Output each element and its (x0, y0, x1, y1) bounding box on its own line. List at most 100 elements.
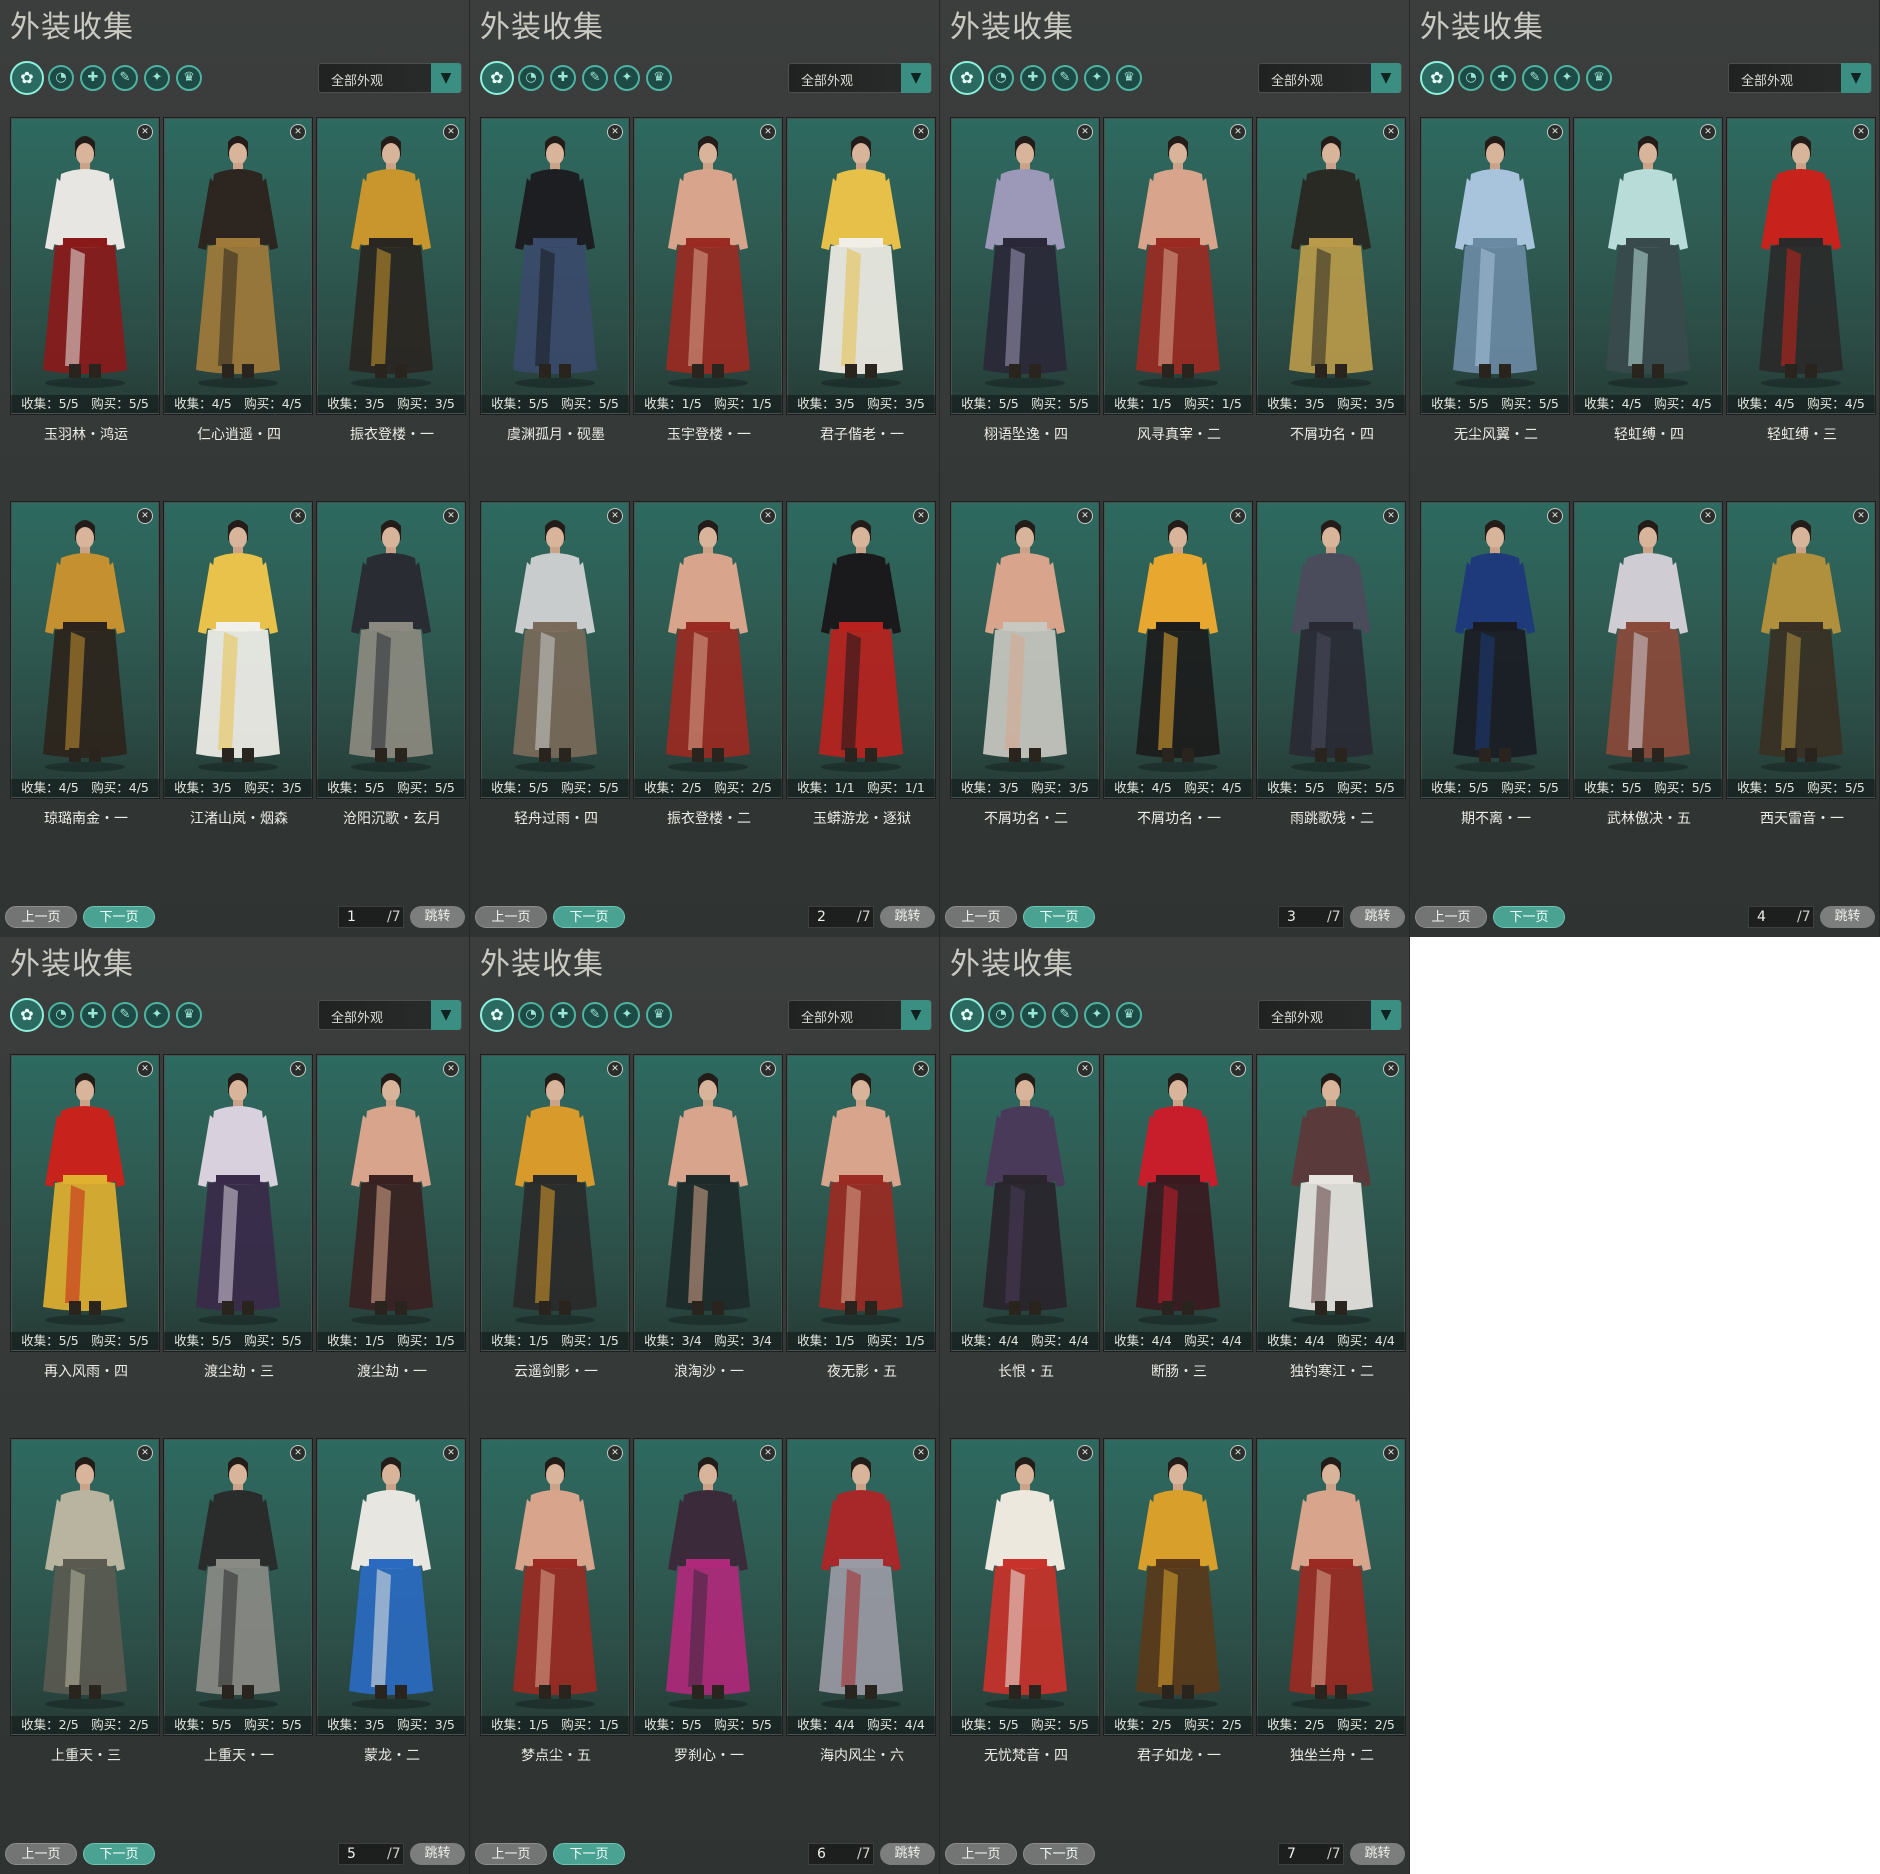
trash-icon[interactable]: ✕ (607, 1445, 623, 1461)
all-outfits-icon[interactable]: ✿ (1420, 61, 1454, 95)
outfit-filter-dropdown[interactable]: 全部外观 ▼ (788, 63, 932, 93)
hair-icon[interactable]: ◔ (518, 1002, 544, 1028)
outfit-filter-dropdown[interactable]: 全部外观 ▼ (788, 1000, 932, 1030)
mask-icon[interactable]: ✦ (614, 65, 640, 91)
top-icon[interactable]: ✚ (80, 1002, 106, 1028)
trash-icon[interactable]: ✕ (1853, 124, 1869, 140)
all-outfits-icon[interactable]: ✿ (10, 61, 44, 95)
outfit-card[interactable]: ✕ 收集：1/1 购买：1/1 玉蟒游龙・逐狱 (786, 501, 936, 827)
chevron-down-icon[interactable]: ▼ (901, 63, 931, 93)
all-outfits-icon[interactable]: ✿ (480, 61, 514, 95)
trash-icon[interactable]: ✕ (1383, 508, 1399, 524)
hat-icon[interactable]: ♛ (1116, 65, 1142, 91)
next-page-button[interactable]: 下一页 (1493, 906, 1565, 928)
prev-page-button[interactable]: 上一页 (475, 906, 547, 928)
trash-icon[interactable]: ✕ (137, 1445, 153, 1461)
outfit-card[interactable]: ✕ 收集：3/5 购买：3/5 不屑功名・四 (1256, 117, 1406, 443)
outfit-card[interactable]: ✕ 收集：4/4 购买：4/4 断肠・三 (1103, 1054, 1253, 1380)
hair-icon[interactable]: ◔ (48, 65, 74, 91)
trash-icon[interactable]: ✕ (760, 1061, 776, 1077)
next-page-button[interactable]: 下一页 (83, 906, 155, 928)
trash-icon[interactable]: ✕ (443, 124, 459, 140)
outfit-filter-dropdown[interactable]: 全部外观 ▼ (318, 63, 462, 93)
hair-icon[interactable]: ◔ (1458, 65, 1484, 91)
hair-icon[interactable]: ◔ (988, 65, 1014, 91)
page-number-input[interactable]: 3/7 (1278, 906, 1344, 928)
trash-icon[interactable]: ✕ (913, 124, 929, 140)
trash-icon[interactable]: ✕ (1547, 124, 1563, 140)
hat-icon[interactable]: ♛ (176, 65, 202, 91)
trash-icon[interactable]: ✕ (1230, 508, 1246, 524)
dye-icon[interactable]: ✎ (112, 65, 138, 91)
jump-button[interactable]: 跳转 (880, 906, 935, 928)
top-icon[interactable]: ✚ (550, 65, 576, 91)
top-icon[interactable]: ✚ (1020, 1002, 1046, 1028)
outfit-card[interactable]: ✕ 收集：5/5 购买：5/5 栩语坠逸・四 (950, 117, 1100, 443)
outfit-card[interactable]: ✕ 收集：1/5 购买：1/5 梦点尘・五 (480, 1438, 630, 1764)
next-page-button[interactable]: 下一页 (1023, 906, 1095, 928)
trash-icon[interactable]: ✕ (1547, 508, 1563, 524)
outfit-card[interactable]: ✕ 收集：5/5 购买：5/5 无尘风翼・二 (1420, 117, 1570, 443)
outfit-card[interactable]: ✕ 收集：2/5 购买：2/5 振衣登楼・二 (633, 501, 783, 827)
jump-button[interactable]: 跳转 (1820, 906, 1875, 928)
outfit-card[interactable]: ✕ 收集：5/5 购买：5/5 上重天・一 (163, 1438, 313, 1764)
outfit-card[interactable]: ✕ 收集：5/5 购买：5/5 轻舟过雨・四 (480, 501, 630, 827)
outfit-card[interactable]: ✕ 收集：1/5 购买：1/5 玉宇登楼・一 (633, 117, 783, 443)
outfit-card[interactable]: ✕ 收集：3/5 购买：3/5 君子偕老・一 (786, 117, 936, 443)
trash-icon[interactable]: ✕ (443, 1445, 459, 1461)
outfit-card[interactable]: ✕ 收集：1/5 购买：1/5 渡尘劫・一 (316, 1054, 466, 1380)
outfit-card[interactable]: ✕ 收集：2/5 购买：2/5 上重天・三 (10, 1438, 160, 1764)
trash-icon[interactable]: ✕ (1700, 508, 1716, 524)
trash-icon[interactable]: ✕ (1077, 508, 1093, 524)
chevron-down-icon[interactable]: ▼ (431, 63, 461, 93)
prev-page-button[interactable]: 上一页 (5, 1843, 77, 1865)
outfit-card[interactable]: ✕ 收集：4/5 购买：4/5 琼璐南金・一 (10, 501, 160, 827)
trash-icon[interactable]: ✕ (760, 508, 776, 524)
hat-icon[interactable]: ♛ (646, 65, 672, 91)
dye-icon[interactable]: ✎ (582, 65, 608, 91)
top-icon[interactable]: ✚ (1020, 65, 1046, 91)
hair-icon[interactable]: ◔ (48, 1002, 74, 1028)
next-page-button[interactable]: 下一页 (553, 906, 625, 928)
next-page-button[interactable]: 下一页 (553, 1843, 625, 1865)
outfit-card[interactable]: ✕ 收集：5/5 购买：5/5 沧阳沉歌・玄月 (316, 501, 466, 827)
outfit-card[interactable]: ✕ 收集：1/5 购买：1/5 风寻真宰・二 (1103, 117, 1253, 443)
outfit-card[interactable]: ✕ 收集：4/5 购买：4/5 不屑功名・一 (1103, 501, 1253, 827)
outfit-filter-dropdown[interactable]: 全部外观 ▼ (1258, 63, 1402, 93)
trash-icon[interactable]: ✕ (1383, 124, 1399, 140)
trash-icon[interactable]: ✕ (1853, 508, 1869, 524)
dye-icon[interactable]: ✎ (1052, 65, 1078, 91)
outfit-card[interactable]: ✕ 收集：3/5 购买：3/5 蒙龙・二 (316, 1438, 466, 1764)
outfit-card[interactable]: ✕ 收集：5/5 购买：5/5 渡尘劫・三 (163, 1054, 313, 1380)
chevron-down-icon[interactable]: ▼ (1371, 1000, 1401, 1030)
chevron-down-icon[interactable]: ▼ (431, 1000, 461, 1030)
dye-icon[interactable]: ✎ (1522, 65, 1548, 91)
trash-icon[interactable]: ✕ (1077, 1061, 1093, 1077)
top-icon[interactable]: ✚ (80, 65, 106, 91)
outfit-card[interactable]: ✕ 收集：4/4 购买：4/4 海内风尘・六 (786, 1438, 936, 1764)
jump-button[interactable]: 跳转 (1350, 906, 1405, 928)
trash-icon[interactable]: ✕ (760, 1445, 776, 1461)
trash-icon[interactable]: ✕ (1383, 1445, 1399, 1461)
chevron-down-icon[interactable]: ▼ (1371, 63, 1401, 93)
all-outfits-icon[interactable]: ✿ (10, 998, 44, 1032)
mask-icon[interactable]: ✦ (614, 1002, 640, 1028)
mask-icon[interactable]: ✦ (1084, 65, 1110, 91)
prev-page-button[interactable]: 上一页 (945, 1843, 1017, 1865)
all-outfits-icon[interactable]: ✿ (950, 61, 984, 95)
outfit-card[interactable]: ✕ 收集：4/5 购买：4/5 仁心逍遥・四 (163, 117, 313, 443)
outfit-card[interactable]: ✕ 收集：1/5 购买：1/5 云遥剑影・一 (480, 1054, 630, 1380)
outfit-card[interactable]: ✕ 收集：5/5 购买：5/5 武林傲决・五 (1573, 501, 1723, 827)
trash-icon[interactable]: ✕ (137, 1061, 153, 1077)
trash-icon[interactable]: ✕ (1230, 1061, 1246, 1077)
outfit-card[interactable]: ✕ 收集：5/5 购买：5/5 雨跳歌残・二 (1256, 501, 1406, 827)
outfit-card[interactable]: ✕ 收集：4/5 购买：4/5 轻虹缚・三 (1726, 117, 1876, 443)
outfit-card[interactable]: ✕ 收集：4/4 购买：4/4 长恨・五 (950, 1054, 1100, 1380)
trash-icon[interactable]: ✕ (607, 124, 623, 140)
outfit-card[interactable]: ✕ 收集：5/5 购买：5/5 西天雷音・一 (1726, 501, 1876, 827)
all-outfits-icon[interactable]: ✿ (950, 998, 984, 1032)
outfit-card[interactable]: ✕ 收集：3/5 购买：3/5 振衣登楼・一 (316, 117, 466, 443)
trash-icon[interactable]: ✕ (443, 508, 459, 524)
trash-icon[interactable]: ✕ (443, 1061, 459, 1077)
jump-button[interactable]: 跳转 (1350, 1843, 1405, 1865)
